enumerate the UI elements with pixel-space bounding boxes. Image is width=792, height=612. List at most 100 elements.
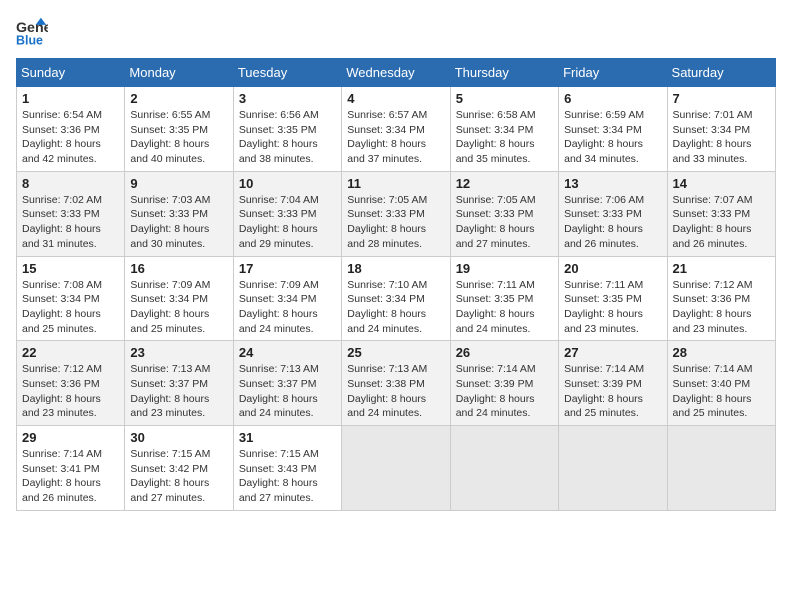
logo-icon: General Blue (16, 16, 48, 48)
day-number: 2 (130, 91, 227, 106)
calendar-cell: 18Sunrise: 7:10 AMSunset: 3:34 PMDayligh… (342, 256, 450, 341)
weekday-header-saturday: Saturday (667, 59, 775, 87)
calendar-week-2: 8 Sunrise: 7:02 AMSunset: 3:33 PMDaylight… (17, 171, 776, 256)
calendar-cell: 12 Sunrise: 7:05 AMSunset: 3:33 PMDayligh… (450, 171, 558, 256)
weekday-header-sunday: Sunday (17, 59, 125, 87)
day-detail: Sunrise: 7:04 AMSunset: 3:33 PMDaylight:… (239, 193, 336, 252)
day-detail: Sunrise: 7:11 AMSunset: 3:35 PMDaylight:… (456, 278, 553, 337)
day-detail: Sunrise: 7:13 AMSunset: 3:37 PMDaylight:… (239, 362, 336, 421)
calendar-table: SundayMondayTuesdayWednesdayThursdayFrid… (16, 58, 776, 511)
day-detail: Sunrise: 7:02 AMSunset: 3:33 PMDaylight:… (22, 193, 119, 252)
day-detail: Sunrise: 7:05 AMSunset: 3:33 PMDaylight:… (456, 193, 553, 252)
day-detail: Sunrise: 7:15 AMSunset: 3:43 PMDaylight:… (239, 447, 336, 506)
calendar-cell: 28 Sunrise: 7:14 AMSunset: 3:40 PMDayligh… (667, 341, 775, 426)
day-number: 23 (130, 345, 227, 360)
calendar-cell: 6 Sunrise: 6:59 AMSunset: 3:34 PMDaylight… (559, 87, 667, 172)
day-detail: Sunrise: 6:54 AMSunset: 3:36 PMDaylight:… (22, 108, 119, 167)
day-number: 4 (347, 91, 444, 106)
calendar-cell: 26 Sunrise: 7:14 AMSunset: 3:39 PMDayligh… (450, 341, 558, 426)
calendar-cell (559, 426, 667, 511)
calendar-cell: 23 Sunrise: 7:13 AMSunset: 3:37 PMDayligh… (125, 341, 233, 426)
calendar-cell: 7 Sunrise: 7:01 AMSunset: 3:34 PMDaylight… (667, 87, 775, 172)
day-number: 17 (239, 261, 336, 276)
logo: General Blue (16, 16, 48, 48)
day-number: 22 (22, 345, 119, 360)
day-detail: Sunrise: 7:08 AMSunset: 3:34 PMDaylight:… (22, 278, 119, 337)
calendar-week-5: 29 Sunrise: 7:14 AMSunset: 3:41 PMDayligh… (17, 426, 776, 511)
day-detail: Sunrise: 7:14 AMSunset: 3:41 PMDaylight:… (22, 447, 119, 506)
calendar-cell: 27 Sunrise: 7:14 AMSunset: 3:39 PMDayligh… (559, 341, 667, 426)
day-number: 26 (456, 345, 553, 360)
day-detail: Sunrise: 6:57 AMSunset: 3:34 PMDaylight:… (347, 108, 444, 167)
day-detail: Sunrise: 7:14 AMSunset: 3:39 PMDaylight:… (456, 362, 553, 421)
day-detail: Sunrise: 7:12 AMSunset: 3:36 PMDaylight:… (673, 278, 770, 337)
calendar-week-3: 15 Sunrise: 7:08 AMSunset: 3:34 PMDayligh… (17, 256, 776, 341)
day-number: 10 (239, 176, 336, 191)
day-number: 21 (673, 261, 770, 276)
day-detail: Sunrise: 6:56 AMSunset: 3:35 PMDaylight:… (239, 108, 336, 167)
calendar-cell: 29 Sunrise: 7:14 AMSunset: 3:41 PMDayligh… (17, 426, 125, 511)
calendar-cell: 8 Sunrise: 7:02 AMSunset: 3:33 PMDaylight… (17, 171, 125, 256)
day-number: 19 (456, 261, 553, 276)
day-detail: Sunrise: 7:10 AMSunset: 3:34 PMDaylight:… (347, 278, 444, 337)
calendar-cell: 22Sunrise: 7:12 AMSunset: 3:36 PMDayligh… (17, 341, 125, 426)
day-number: 29 (22, 430, 119, 445)
calendar-cell: 20 Sunrise: 7:11 AMSunset: 3:35 PMDayligh… (559, 256, 667, 341)
calendar-cell: 4 Sunrise: 6:57 AMSunset: 3:34 PMDaylight… (342, 87, 450, 172)
calendar-cell (342, 426, 450, 511)
calendar-cell: 10 Sunrise: 7:04 AMSunset: 3:33 PMDayligh… (233, 171, 341, 256)
day-detail: Sunrise: 7:06 AMSunset: 3:33 PMDaylight:… (564, 193, 661, 252)
day-number: 8 (22, 176, 119, 191)
calendar-cell: 30 Sunrise: 7:15 AMSunset: 3:42 PMDayligh… (125, 426, 233, 511)
day-number: 31 (239, 430, 336, 445)
calendar-week-4: 22Sunrise: 7:12 AMSunset: 3:36 PMDayligh… (17, 341, 776, 426)
page-header: General Blue (16, 16, 776, 48)
day-number: 12 (456, 176, 553, 191)
calendar-cell: 21 Sunrise: 7:12 AMSunset: 3:36 PMDayligh… (667, 256, 775, 341)
calendar-cell: 5Sunrise: 6:58 AMSunset: 3:34 PMDaylight… (450, 87, 558, 172)
day-number: 27 (564, 345, 661, 360)
calendar-cell (667, 426, 775, 511)
day-number: 1 (22, 91, 119, 106)
day-number: 25 (347, 345, 444, 360)
day-number: 20 (564, 261, 661, 276)
day-detail: Sunrise: 7:14 AMSunset: 3:39 PMDaylight:… (564, 362, 661, 421)
calendar-cell: 2 Sunrise: 6:55 AMSunset: 3:35 PMDaylight… (125, 87, 233, 172)
day-number: 15 (22, 261, 119, 276)
calendar-week-1: 1 Sunrise: 6:54 AMSunset: 3:36 PMDaylight… (17, 87, 776, 172)
day-detail: Sunrise: 7:05 AMSunset: 3:33 PMDaylight:… (347, 193, 444, 252)
weekday-header-friday: Friday (559, 59, 667, 87)
day-detail: Sunrise: 7:15 AMSunset: 3:42 PMDaylight:… (130, 447, 227, 506)
day-number: 6 (564, 91, 661, 106)
calendar-cell: 3 Sunrise: 6:56 AMSunset: 3:35 PMDaylight… (233, 87, 341, 172)
day-detail: Sunrise: 7:14 AMSunset: 3:40 PMDaylight:… (673, 362, 770, 421)
weekday-header-row: SundayMondayTuesdayWednesdayThursdayFrid… (17, 59, 776, 87)
day-detail: Sunrise: 7:07 AMSunset: 3:33 PMDaylight:… (673, 193, 770, 252)
day-detail: Sunrise: 7:09 AMSunset: 3:34 PMDaylight:… (239, 278, 336, 337)
calendar-cell (450, 426, 558, 511)
day-number: 14 (673, 176, 770, 191)
weekday-header-monday: Monday (125, 59, 233, 87)
calendar-cell: 17 Sunrise: 7:09 AMSunset: 3:34 PMDayligh… (233, 256, 341, 341)
day-number: 3 (239, 91, 336, 106)
day-number: 24 (239, 345, 336, 360)
calendar-cell: 14 Sunrise: 7:07 AMSunset: 3:33 PMDayligh… (667, 171, 775, 256)
day-number: 5 (456, 91, 553, 106)
day-detail: Sunrise: 7:11 AMSunset: 3:35 PMDaylight:… (564, 278, 661, 337)
calendar-cell: 13Sunrise: 7:06 AMSunset: 3:33 PMDayligh… (559, 171, 667, 256)
day-detail: Sunrise: 7:13 AMSunset: 3:37 PMDaylight:… (130, 362, 227, 421)
calendar-cell: 19 Sunrise: 7:11 AMSunset: 3:35 PMDayligh… (450, 256, 558, 341)
weekday-header-tuesday: Tuesday (233, 59, 341, 87)
day-detail: Sunrise: 6:55 AMSunset: 3:35 PMDaylight:… (130, 108, 227, 167)
day-number: 28 (673, 345, 770, 360)
day-detail: Sunrise: 7:01 AMSunset: 3:34 PMDaylight:… (673, 108, 770, 167)
calendar-cell: 11Sunrise: 7:05 AMSunset: 3:33 PMDayligh… (342, 171, 450, 256)
day-detail: Sunrise: 7:13 AMSunset: 3:38 PMDaylight:… (347, 362, 444, 421)
calendar-cell: 25 Sunrise: 7:13 AMSunset: 3:38 PMDayligh… (342, 341, 450, 426)
day-number: 16 (130, 261, 227, 276)
day-number: 7 (673, 91, 770, 106)
day-number: 30 (130, 430, 227, 445)
calendar-cell: 1 Sunrise: 6:54 AMSunset: 3:36 PMDaylight… (17, 87, 125, 172)
day-detail: Sunrise: 7:03 AMSunset: 3:33 PMDaylight:… (130, 193, 227, 252)
day-detail: Sunrise: 6:59 AMSunset: 3:34 PMDaylight:… (564, 108, 661, 167)
